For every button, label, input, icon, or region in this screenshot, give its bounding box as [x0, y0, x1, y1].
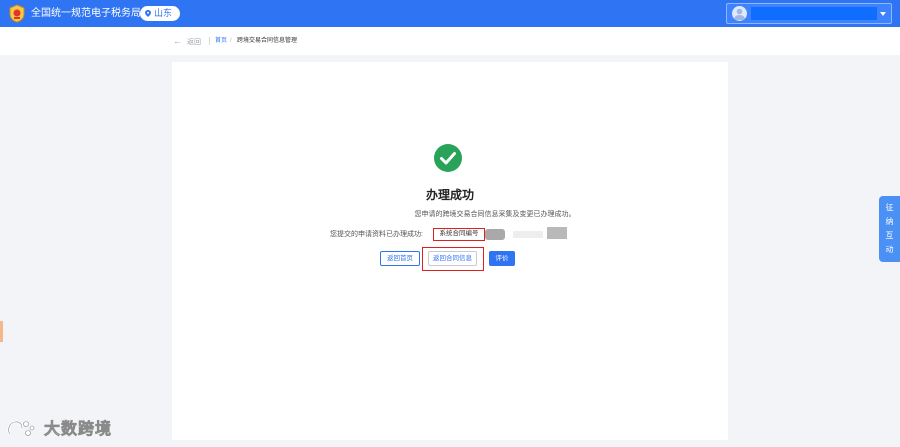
watermark-logo — [7, 420, 35, 436]
return-home-button[interactable]: 返回首页 — [380, 251, 420, 266]
contract-number-label: 系统合同编号 — [433, 228, 485, 241]
site-brand[interactable]: 全国统一规范电子税务局 — [31, 7, 141, 20]
avatar — [732, 6, 747, 21]
location-pin-icon — [145, 10, 151, 17]
region-selector[interactable]: 山东 — [140, 6, 180, 21]
contract-number-redacted-2 — [513, 231, 543, 238]
result-message: 您申请的跨境交易合同信息采集及变更已办理成功。 — [414, 211, 576, 218]
submitted-label: 您提交的申请资料已办理成功: — [330, 231, 423, 238]
left-float-widget[interactable] — [0, 321, 3, 342]
side-tab-char: 动 — [885, 245, 894, 254]
side-tab-char: 征 — [885, 203, 894, 212]
watermark-text: 大数跨境 — [44, 421, 113, 439]
contract-number-redacted-3 — [547, 227, 567, 239]
result-card: 办理成功 您申请的跨境交易合同信息采集及变更已办理成功。 您提交的申请资料已办理… — [172, 62, 728, 440]
contract-number-redacted — [485, 229, 505, 240]
rate-button[interactable]: 评价 — [489, 251, 515, 266]
side-tab-char: 纳 — [885, 217, 894, 226]
back-label: 返回 — [187, 39, 201, 46]
breadcrumb: ← 返回 首页 / 跨境交易合同信息管理 — [0, 27, 900, 55]
interaction-side-tab[interactable]: 征 纳 互 动 — [879, 196, 900, 262]
region-name: 山东 — [154, 8, 173, 18]
side-tab-char: 互 — [885, 231, 894, 240]
chevron-down-icon[interactable] — [880, 12, 886, 16]
return-contract-button[interactable]: 返回合同信息 — [428, 251, 477, 266]
breadcrumb-current: 跨境交易合同信息管理 — [237, 38, 298, 44]
user-name-redacted — [751, 7, 877, 20]
arrow-left-icon: ← — [173, 36, 182, 46]
user-icon — [734, 8, 745, 20]
check-circle-icon — [434, 144, 462, 172]
back-button[interactable]: ← 返回 — [173, 36, 201, 48]
breadcrumb-home-link[interactable]: 首页 — [215, 37, 227, 45]
breadcrumb-divider — [209, 37, 210, 45]
user-menu[interactable] — [726, 3, 892, 24]
result-title: 办理成功 — [425, 188, 474, 202]
tax-emblem-logo — [9, 4, 25, 23]
top-header: 全国统一规范电子税务局 山东 — [0, 0, 900, 27]
breadcrumb-separator: / — [230, 38, 232, 44]
